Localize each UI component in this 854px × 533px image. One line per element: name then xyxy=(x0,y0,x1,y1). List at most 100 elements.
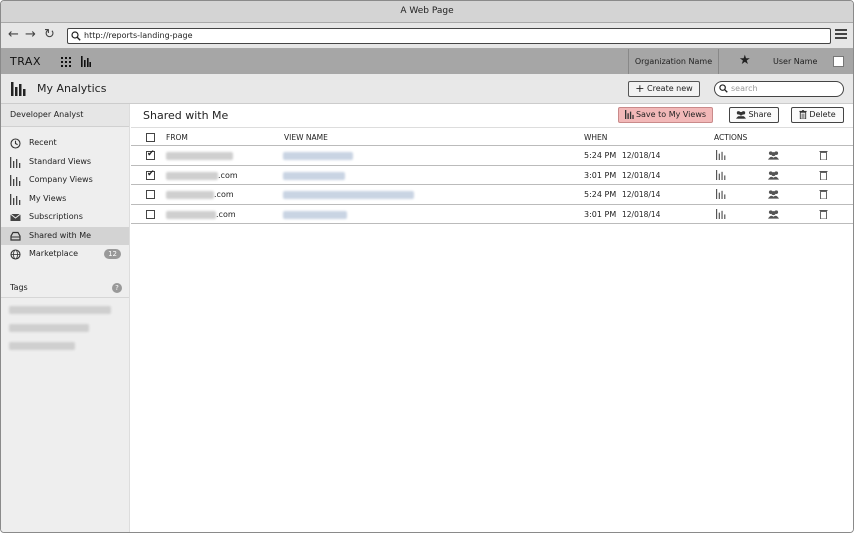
analytics-bar-chart-icon xyxy=(11,82,26,96)
tag-item[interactable] xyxy=(9,341,75,350)
bar-chart-icon xyxy=(10,193,21,205)
tag-item[interactable] xyxy=(9,323,89,332)
table-row[interactable]: .com 3:01 PM 12/018/14 xyxy=(131,205,853,224)
from-email-suffix: .com xyxy=(214,190,234,199)
sidebar-item-label: Shared with Me xyxy=(29,230,92,240)
row-checkbox[interactable] xyxy=(146,169,155,180)
bar-chart-icon xyxy=(624,110,634,119)
when-date: 12/018/14 xyxy=(622,209,661,219)
url-text: http://reports-landing-page xyxy=(84,31,193,40)
sidebar-item-standard-views[interactable]: Standard Views xyxy=(1,153,129,172)
when-time: 5:24 PM xyxy=(584,190,617,199)
view-chart-icon[interactable] xyxy=(716,189,726,199)
view-name-link[interactable] xyxy=(283,171,345,180)
trash-icon[interactable] xyxy=(819,209,828,219)
window-title: A Web Page xyxy=(1,1,853,23)
when-date: 12/018/14 xyxy=(622,190,661,199)
bar-chart-icon[interactable] xyxy=(81,56,91,67)
apps-grid-icon[interactable] xyxy=(61,57,71,67)
create-new-button[interactable]: + Create new xyxy=(628,81,700,97)
delete-button[interactable]: Delete xyxy=(791,107,844,123)
sidebar-item-company-views[interactable]: Company Views xyxy=(1,171,129,190)
view-chart-icon[interactable] xyxy=(716,169,726,180)
browser-window: A Web Page ← → ↻ http://reports-landing-… xyxy=(0,0,854,533)
view-name-link[interactable] xyxy=(283,210,347,219)
view-name-link[interactable] xyxy=(283,191,414,199)
envelope-icon xyxy=(10,213,21,221)
sidebar-item-marketplace[interactable]: Marketplace 12 xyxy=(1,245,129,264)
column-header-when[interactable]: WHEN xyxy=(584,133,607,142)
save-to-my-views-button[interactable]: Save to My Views xyxy=(618,107,713,123)
column-header-from[interactable]: FROM xyxy=(166,133,188,142)
share-label: Share xyxy=(748,110,772,119)
sidebar-item-recent[interactable]: Recent xyxy=(1,134,129,153)
sidebar-item-label: Company Views xyxy=(29,175,93,184)
marketplace-count-badge: 12 xyxy=(104,249,121,259)
row-checkbox[interactable] xyxy=(146,209,155,219)
search-placeholder: search xyxy=(731,84,758,93)
when-time: 3:01 PM xyxy=(584,170,617,180)
main-panel: Shared with Me Save to My Views Share De… xyxy=(131,104,853,532)
from-email xyxy=(166,191,214,199)
section-title: Shared with Me xyxy=(143,109,229,122)
sidebar-item-label: Subscriptions xyxy=(29,212,83,221)
from-email xyxy=(166,152,233,160)
row-checkbox[interactable] xyxy=(146,149,155,160)
brand-logo[interactable]: TRAX xyxy=(10,55,41,68)
view-name-link[interactable] xyxy=(283,152,353,160)
when-date: 12/018/14 xyxy=(622,151,661,160)
globe-icon xyxy=(10,249,21,260)
plus-icon: + xyxy=(635,82,645,95)
sidebar-item-label: Standard Views xyxy=(29,156,92,166)
view-chart-icon[interactable] xyxy=(716,208,726,219)
address-bar[interactable]: http://reports-landing-page xyxy=(67,28,831,44)
trash-icon[interactable] xyxy=(819,189,828,199)
sidebar-item-subscriptions[interactable]: Subscriptions xyxy=(1,208,129,227)
sidebar-item-label: My Views xyxy=(29,193,67,203)
organization-selector[interactable]: Organization Name xyxy=(628,49,719,74)
user-avatar[interactable] xyxy=(833,56,844,67)
help-icon[interactable]: ? xyxy=(112,282,122,293)
hamburger-menu-icon[interactable] xyxy=(835,29,847,41)
back-icon[interactable]: ← xyxy=(8,27,19,43)
table-row[interactable]: .com 3:01 PM 12/018/14 xyxy=(131,166,853,185)
trash-icon xyxy=(799,110,807,120)
select-all-checkbox[interactable] xyxy=(146,133,155,142)
forward-icon[interactable]: → xyxy=(25,27,36,43)
tags-title: Tags xyxy=(10,282,28,292)
share-users-icon[interactable] xyxy=(768,150,779,160)
users-icon xyxy=(736,111,747,119)
inbox-icon xyxy=(10,231,21,241)
share-users-icon[interactable] xyxy=(768,189,779,199)
sidebar-item-my-views[interactable]: My Views xyxy=(1,190,129,209)
sidebar-item-label: Marketplace xyxy=(29,249,79,258)
share-users-icon[interactable] xyxy=(768,209,779,219)
trash-icon[interactable] xyxy=(819,150,828,160)
row-checkbox[interactable] xyxy=(146,190,155,199)
tag-item[interactable] xyxy=(9,305,111,314)
reload-icon[interactable]: ↻ xyxy=(44,27,55,43)
table-header: FROM VIEW NAME WHEN ACTIONS xyxy=(131,127,853,146)
view-chart-icon[interactable] xyxy=(716,150,726,160)
column-header-view-name[interactable]: VIEW NAME xyxy=(284,133,328,142)
favorites-star-icon[interactable]: ★ xyxy=(739,53,751,68)
from-email-suffix: .com xyxy=(216,209,236,219)
table-row[interactable]: .com 5:24 PM 12/018/14 xyxy=(131,185,853,205)
share-users-icon[interactable] xyxy=(768,170,779,180)
search-icon xyxy=(71,31,81,41)
save-label: Save to My Views xyxy=(635,110,707,119)
search-input[interactable]: search xyxy=(714,81,844,97)
bar-chart-icon xyxy=(10,175,21,186)
create-new-label: Create new xyxy=(647,84,693,93)
table-row[interactable]: 5:24 PM 12/018/14 xyxy=(131,146,853,166)
sidebar-item-label: Recent xyxy=(29,138,57,147)
share-button[interactable]: Share xyxy=(729,107,779,123)
sidebar-item-shared-with-me[interactable]: Shared with Me xyxy=(1,226,129,245)
from-email xyxy=(166,210,216,219)
when-time: 5:24 PM xyxy=(584,151,617,160)
page-header: My Analytics + Create new search xyxy=(1,74,853,104)
sidebar: Developer Analyst Recent Standard Views xyxy=(1,104,130,532)
bar-chart-icon xyxy=(10,156,21,168)
user-name[interactable]: User Name xyxy=(773,49,817,74)
trash-icon[interactable] xyxy=(819,170,828,180)
